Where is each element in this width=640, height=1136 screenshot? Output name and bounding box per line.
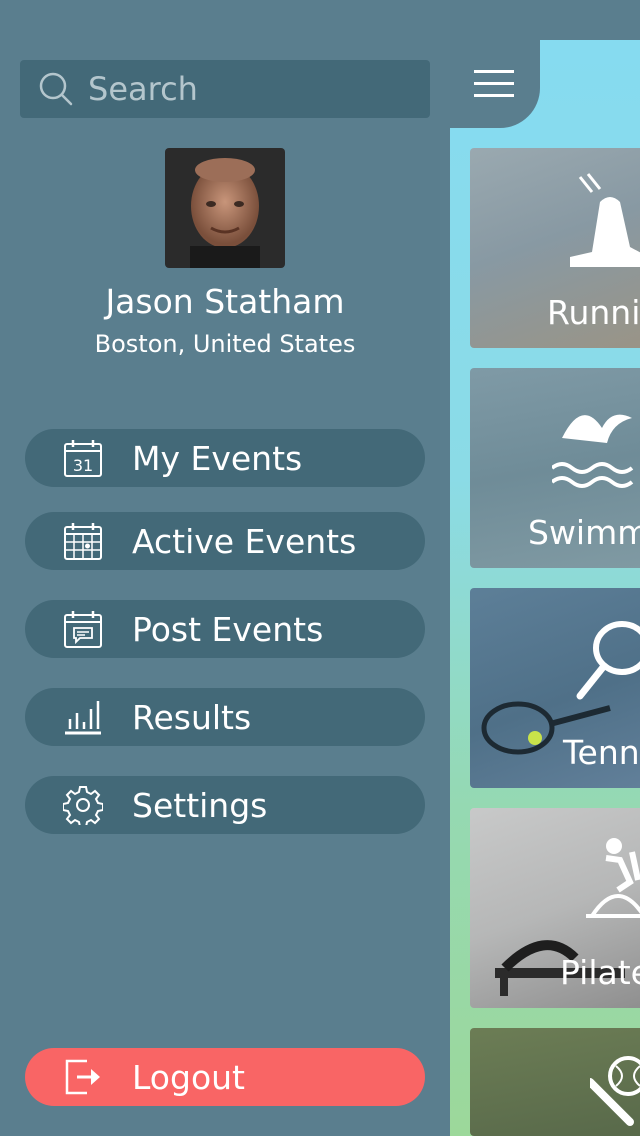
menu-item-settings[interactable]: Settings (25, 776, 425, 834)
calendar-grid-icon (61, 519, 105, 563)
logout-label: Logout (132, 1057, 245, 1097)
tennis-racket-icon (576, 621, 640, 700)
bar-chart-icon (61, 695, 105, 739)
category-label: Tenn (563, 733, 640, 772)
avatar (165, 148, 285, 268)
search-bar[interactable] (20, 60, 430, 118)
calendar-31-icon: 31 (61, 436, 105, 480)
category-card-tennis[interactable]: Tenn (470, 588, 640, 788)
logout-icon (61, 1055, 105, 1099)
category-card-running[interactable]: Runni (470, 148, 640, 348)
logout-button[interactable]: Logout (25, 1048, 425, 1106)
menu-item-results[interactable]: Results (25, 688, 425, 746)
exercise-bike-icon (586, 838, 640, 918)
menu-item-my-events[interactable]: 31 My Events (25, 429, 425, 487)
category-card-swimming[interactable]: Swimm (470, 368, 640, 568)
running-shoe-icon (570, 173, 640, 267)
gear-icon (61, 783, 105, 827)
category-card-pilates[interactable]: Pilate (470, 808, 640, 1008)
baseball-icon (590, 1056, 640, 1126)
calendar-post-icon (61, 607, 105, 651)
menu-item-label: My Events (132, 438, 303, 478)
svg-text:31: 31 (73, 456, 93, 475)
menu-item-post-events[interactable]: Post Events (25, 600, 425, 658)
user-name: Jason Statham (105, 282, 345, 321)
menu-item-label: Results (132, 697, 252, 737)
category-label: Pilate (560, 953, 640, 992)
category-label: Runni (547, 293, 640, 332)
menu-item-label: Post Events (132, 609, 324, 649)
hamburger-menu-icon[interactable] (474, 70, 514, 100)
category-label: Swimm (528, 513, 640, 552)
menu-item-active-events[interactable]: Active Events (25, 512, 425, 570)
search-input[interactable] (88, 70, 408, 108)
swimmer-icon (552, 414, 634, 488)
menu-item-label: Active Events (132, 521, 357, 561)
menu-item-label: Settings (132, 785, 268, 825)
category-card-baseball[interactable] (470, 1028, 640, 1136)
user-location: Boston, United States (94, 330, 356, 358)
search-icon (39, 72, 73, 106)
